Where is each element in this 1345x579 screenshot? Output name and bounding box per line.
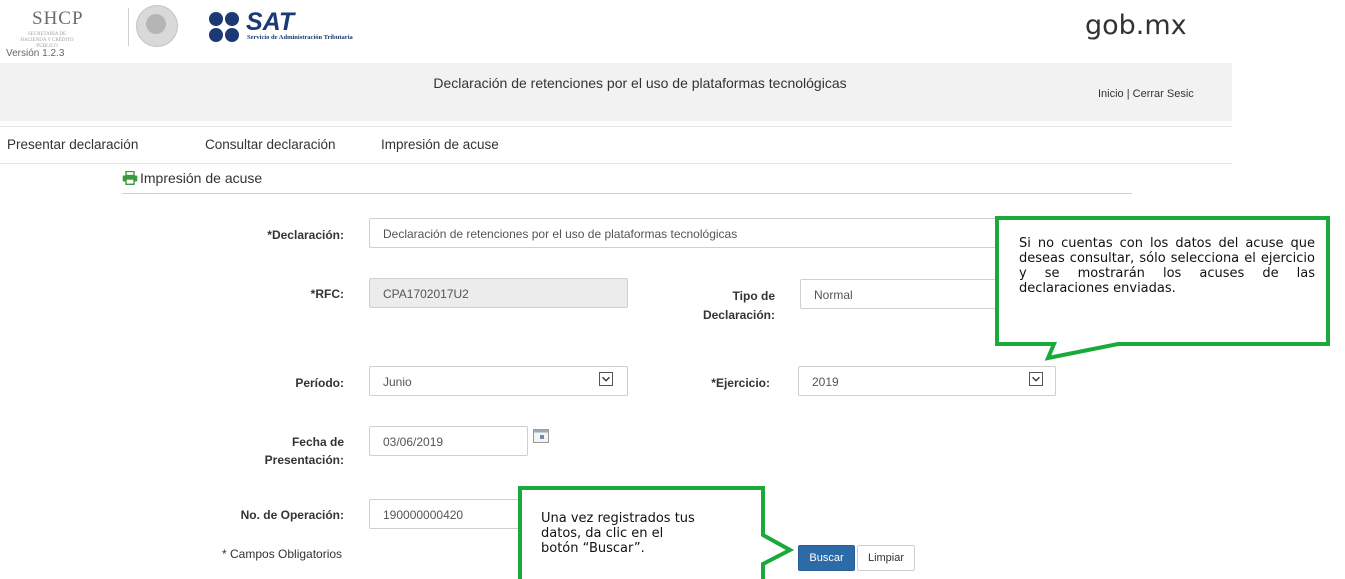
printer-icon (122, 171, 138, 185)
gob-mx-logo[interactable]: gob.mx (1085, 10, 1187, 41)
fecha-input[interactable]: 03/06/2019 (369, 426, 528, 456)
fecha-label-line1: Fecha de (291, 435, 344, 449)
operacion-input[interactable]: 190000000420 (369, 499, 529, 529)
limpiar-button[interactable]: Limpiar (857, 545, 915, 571)
ejercicio-select[interactable]: 2019 (798, 366, 1056, 396)
sat-logo-icon (209, 12, 239, 42)
tipo-label-line2: Declaración: (702, 308, 775, 322)
sat-subtitle: Servicio de Administración Tributaria (247, 34, 353, 41)
required-note: * Campos Obligatorios (222, 547, 343, 561)
menu-item-presentar[interactable]: Presentar declaración (7, 137, 138, 152)
fecha-label-line2: Presentación: (264, 453, 344, 467)
national-seal-center (146, 14, 166, 34)
periodo-select[interactable]: Junio (369, 366, 628, 396)
section-title: Impresión de acuse (140, 170, 263, 186)
chevron-down-icon[interactable] (599, 372, 613, 386)
callout-top-text: Si no cuentas con los datos del acuse qu… (1019, 236, 1315, 296)
page-title: Declaración de retenciones por el uso de… (433, 75, 847, 91)
declaracion-select[interactable]: Declaración de retenciones por el uso de… (369, 218, 1029, 248)
calendar-icon[interactable] (533, 429, 549, 443)
sat-logo: SAT (246, 8, 295, 36)
title-bar (0, 63, 1232, 121)
section-divider (122, 193, 1132, 194)
rfc-field: CPA1702017U2 (369, 278, 628, 308)
callout-bottom-line2: datos, da clic en el (541, 526, 664, 541)
operacion-label: No. de Operación: (240, 508, 344, 522)
version-label: Versión 1.2.3 (6, 48, 65, 59)
top-nav-links[interactable]: Inicio | Cerrar Sesic (1098, 88, 1194, 100)
header-divider (128, 8, 129, 46)
buscar-button[interactable]: Buscar (798, 545, 855, 571)
tipo-declaracion-select[interactable]: Normal (800, 279, 1000, 309)
menu-item-consultar[interactable]: Consultar declaración (205, 137, 336, 152)
menu-item-impresion[interactable]: Impresión de acuse (381, 137, 499, 152)
shcp-logo: SHCP (32, 8, 84, 29)
periodo-label: Período: (295, 376, 344, 390)
main-menu (0, 126, 1232, 164)
tipo-label-line1: Tipo de (732, 289, 775, 303)
callout-bottom-line1: Una vez registrados tus (541, 511, 695, 526)
chevron-down-icon[interactable] (1029, 372, 1043, 386)
callout-bottom-line3: botón “Buscar”. (541, 541, 645, 556)
ejercicio-label: *Ejercicio: (711, 376, 770, 390)
rfc-label: *RFC: (310, 287, 344, 301)
declaracion-label: *Declaración: (267, 228, 344, 242)
